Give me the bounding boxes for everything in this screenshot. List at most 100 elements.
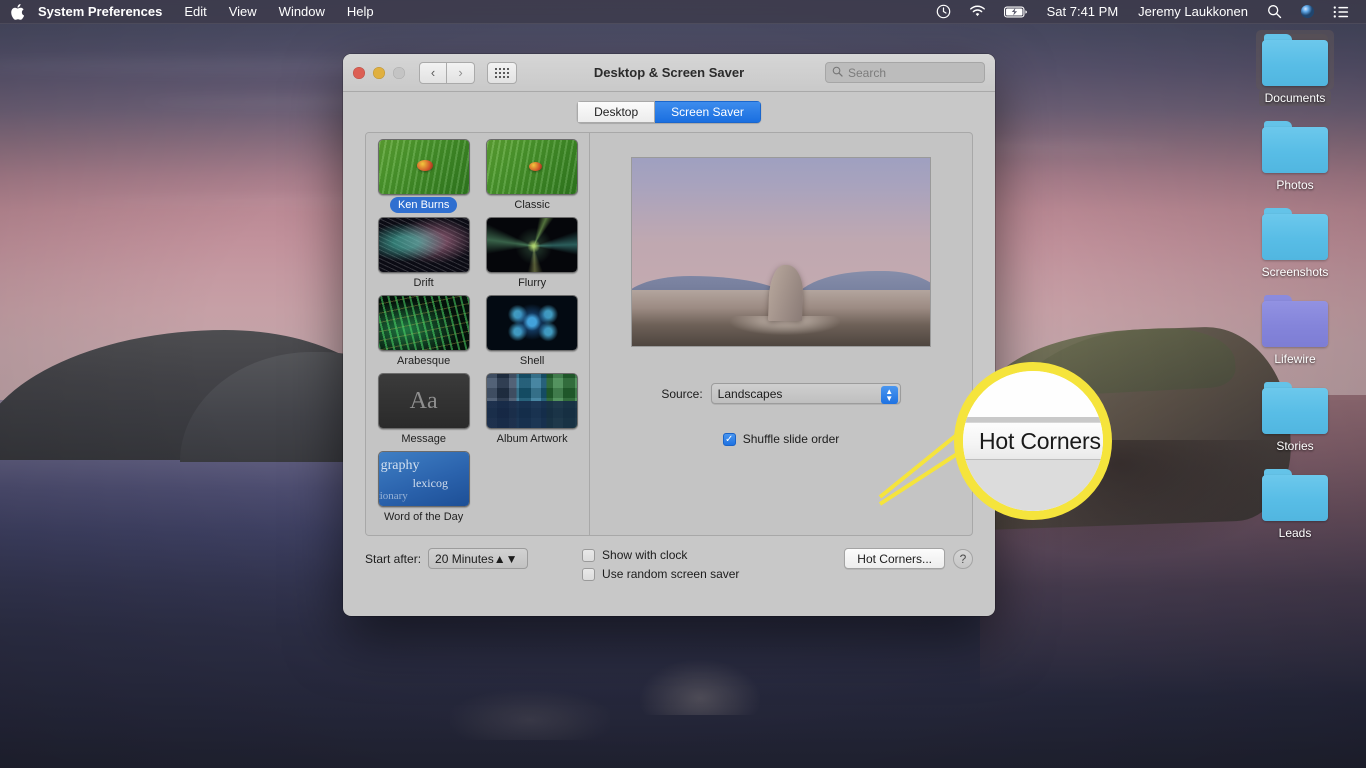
minimize-button[interactable]: [373, 66, 385, 79]
window-titlebar[interactable]: ‹ › Desktop & Screen Saver Search: [343, 54, 995, 92]
screen-saver-thumbnail: [377, 217, 470, 273]
tab-desktop[interactable]: Desktop: [577, 101, 656, 123]
desktop-icon-leads[interactable]: Leads: [1242, 469, 1348, 542]
screen-saver-label: Flurry: [518, 277, 547, 289]
menu-item-view[interactable]: View: [218, 0, 268, 23]
shuffle-row[interactable]: ✓ Shuffle slide order: [606, 432, 956, 446]
screen-saver-item-message[interactable]: Aa Message: [376, 373, 471, 447]
apple-menu-icon[interactable]: [0, 0, 34, 23]
shuffle-label: Shuffle slide order: [742, 432, 840, 446]
screen-saver-item-shell[interactable]: Shell: [485, 295, 579, 369]
screen-saver-label: Message: [401, 433, 446, 445]
screen-saver-thumbnail: [486, 373, 579, 429]
screen-saver-item-arabesque[interactable]: Arabesque: [376, 295, 471, 369]
screen-saver-grid: Ken Burns Classic Drift Flurry Arabesque…: [376, 139, 579, 525]
menu-item-system-preferences[interactable]: System Preferences: [34, 0, 173, 23]
show-with-clock-checkbox[interactable]: [582, 548, 596, 562]
folder-icon: [1262, 382, 1328, 434]
menu-item-help[interactable]: Help: [336, 0, 385, 23]
desktop-icon-label: Stories: [1276, 439, 1314, 453]
back-button[interactable]: ‹: [419, 61, 447, 84]
screen-saver-item-ken-burns[interactable]: Ken Burns: [376, 139, 471, 213]
screen-saver-label: Ken Burns: [389, 197, 458, 213]
desktop-icon-label: Documents: [1258, 90, 1332, 106]
zoom-button-disabled: [393, 66, 405, 79]
shuffle-checkbox[interactable]: ✓: [722, 432, 736, 446]
control-center-icon[interactable]: [1324, 0, 1358, 23]
screen-saver-item-classic[interactable]: Classic: [485, 139, 579, 213]
word-line-3: tionary: [378, 490, 408, 502]
footer-checkboxes: Show with clock Use random screen saver: [582, 548, 739, 581]
menu-bar: System Preferences Edit View Window Help…: [0, 0, 1366, 24]
menu-bar-left: System Preferences Edit View Window Help: [0, 0, 385, 23]
footer-buttons: Hot Corners... ?: [844, 548, 973, 569]
desktop-icon-column: Documents Photos Screenshots Lifewire St…: [1240, 30, 1350, 556]
folder-icon: [1262, 208, 1328, 260]
screen-saver-thumbnail: Aa: [377, 373, 470, 429]
close-button[interactable]: [353, 66, 365, 79]
screen-saver-thumbnail: graphy lexicog tionary: [377, 451, 470, 507]
screen-saver-label: Word of the Day: [384, 511, 464, 523]
folder-icon: [1262, 121, 1328, 173]
menu-bar-user[interactable]: Jeremy Laukkonen: [1128, 4, 1258, 19]
screen-saver-item-word-of-the-day[interactable]: graphy lexicog tionary Word of the Day: [376, 451, 471, 525]
screen-saver-label: Album Artwork: [496, 433, 568, 445]
help-button[interactable]: ?: [953, 548, 973, 569]
desktop-icon-stories[interactable]: Stories: [1242, 382, 1348, 455]
start-after-value: 20 Minutes: [435, 551, 494, 566]
start-after-dropdown[interactable]: 20 Minutes ▲▼: [428, 548, 529, 569]
use-random-label: Use random screen saver: [602, 567, 740, 581]
magnified-button-label: Hot Corners...: [979, 427, 1112, 454]
search-icon: [832, 66, 843, 80]
menu-item-window[interactable]: Window: [268, 0, 336, 23]
screen-saver-thumbnail: [486, 139, 579, 195]
screen-saver-list[interactable]: Ken Burns Classic Drift Flurry Arabesque…: [366, 133, 590, 535]
screen-saver-label: Arabesque: [397, 355, 451, 367]
source-dropdown[interactable]: Landscapes ▲ ▼: [710, 383, 901, 404]
chevron-updown-icon: ▲▼: [493, 551, 518, 566]
desktop-icon-lifewire[interactable]: Lifewire: [1242, 295, 1348, 368]
magnifier-top-band: [963, 371, 1103, 417]
tab-screen-saver[interactable]: Screen Saver: [655, 101, 761, 123]
desktop-icon-label: Photos: [1276, 178, 1314, 192]
battery-icon[interactable]: [995, 0, 1037, 23]
navigation-buttons: ‹ ›: [419, 61, 475, 84]
source-value: Landscapes: [717, 386, 783, 401]
screen-saver-thumbnail: [486, 217, 579, 273]
use-random-checkbox[interactable]: [582, 567, 596, 581]
menu-bar-status-area: Sat 7:41 PM Jeremy Laukkonen: [927, 0, 1366, 23]
menu-bar-clock[interactable]: Sat 7:41 PM: [1037, 4, 1129, 19]
use-random-row[interactable]: Use random screen saver: [582, 567, 739, 581]
search-field[interactable]: Search: [825, 62, 985, 83]
menu-item-edit[interactable]: Edit: [173, 0, 217, 23]
screen-saver-panel: Ken Burns Classic Drift Flurry Arabesque…: [365, 132, 973, 536]
word-line-2: lexicog: [412, 476, 448, 490]
desktop-icon-screenshots[interactable]: Screenshots: [1242, 208, 1348, 281]
screen-saver-item-album-artwork[interactable]: Album Artwork: [485, 373, 579, 447]
wifi-icon[interactable]: [960, 0, 995, 23]
hot-corners-button[interactable]: Hot Corners...: [844, 548, 945, 569]
desktop-icon-label: Screenshots: [1261, 265, 1329, 279]
tab-bar: Desktop Screen Saver: [343, 92, 995, 132]
message-glyph: Aa: [378, 374, 469, 428]
show-with-clock-label: Show with clock: [602, 548, 688, 562]
siri-icon[interactable]: [1291, 0, 1324, 23]
screen-saver-label: Drift: [413, 277, 434, 289]
screen-saver-thumbnail: [486, 295, 579, 351]
screen-saver-preview[interactable]: [631, 157, 931, 347]
show-all-button[interactable]: [487, 61, 517, 84]
time-machine-icon[interactable]: [927, 0, 960, 23]
window-footer: Start after: 20 Minutes ▲▼ Show with clo…: [343, 536, 995, 606]
chevron-updown-icon: ▲▼: [880, 385, 898, 404]
show-with-clock-row[interactable]: Show with clock: [582, 548, 739, 562]
desktop-icon-photos[interactable]: Photos: [1242, 121, 1348, 194]
start-after-label: Start after:: [365, 551, 422, 566]
folder-icon: [1256, 30, 1334, 90]
screen-saver-item-drift[interactable]: Drift: [376, 217, 471, 291]
desktop-icon-documents[interactable]: Documents: [1242, 30, 1348, 107]
forward-button[interactable]: ›: [447, 61, 475, 84]
folder-icon: [1262, 295, 1328, 347]
screen-saver-item-flurry[interactable]: Flurry: [485, 217, 579, 291]
screen-saver-options: Source: Landscapes ▲ ▼ ✓ Shuffle slide or…: [590, 133, 972, 535]
search-icon[interactable]: [1258, 0, 1291, 23]
